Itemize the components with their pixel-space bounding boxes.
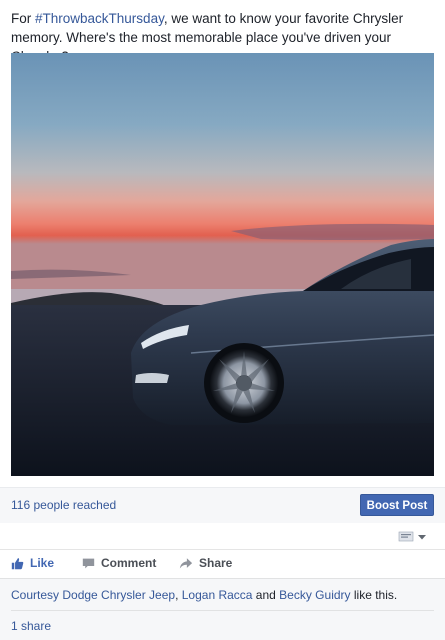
reach-bar: 116 people reached Boost Post: [0, 487, 445, 524]
car-sunset-image: [11, 53, 434, 476]
people-reached-link[interactable]: 116 people reached: [11, 498, 116, 512]
comment-button[interactable]: Comment: [82, 556, 156, 570]
viewer-row: [0, 523, 445, 550]
comment-bubble-icon: [82, 558, 95, 568]
likes-suffix: like this.: [350, 588, 398, 602]
liker-link[interactable]: Logan Racca: [182, 588, 253, 602]
page-avatar-chevron-icon: [398, 531, 426, 542]
share-button[interactable]: Share: [179, 556, 232, 570]
divider: [11, 610, 434, 611]
boost-post-button[interactable]: Boost Post: [360, 494, 434, 516]
liker-separator: and: [252, 588, 280, 602]
thumbs-up-icon: [11, 557, 24, 569]
likes-summary: Courtesy Dodge Chrysler Jeep, Logan Racc…: [11, 588, 397, 602]
share-label: Share: [199, 556, 233, 570]
hashtag-link[interactable]: #ThrowbackThursday: [35, 11, 164, 26]
liker-link[interactable]: Courtesy Dodge Chrysler Jeep: [11, 588, 175, 602]
shares-count-link[interactable]: 1 share: [11, 619, 51, 633]
like-button[interactable]: Like: [11, 556, 54, 570]
post-actions: Like Comment Share: [0, 550, 445, 578]
liker-separator: ,: [175, 588, 182, 602]
post-text-start: For: [11, 11, 36, 26]
post-photo[interactable]: [11, 53, 434, 476]
post-as-selector[interactable]: [398, 530, 428, 543]
social-summary: Courtesy Dodge Chrysler Jeep, Logan Racc…: [0, 578, 445, 640]
like-label: Like: [30, 556, 55, 570]
share-arrow-icon: [179, 557, 193, 568]
comment-label: Comment: [101, 556, 157, 570]
liker-link[interactable]: Becky Guidry: [279, 588, 350, 602]
